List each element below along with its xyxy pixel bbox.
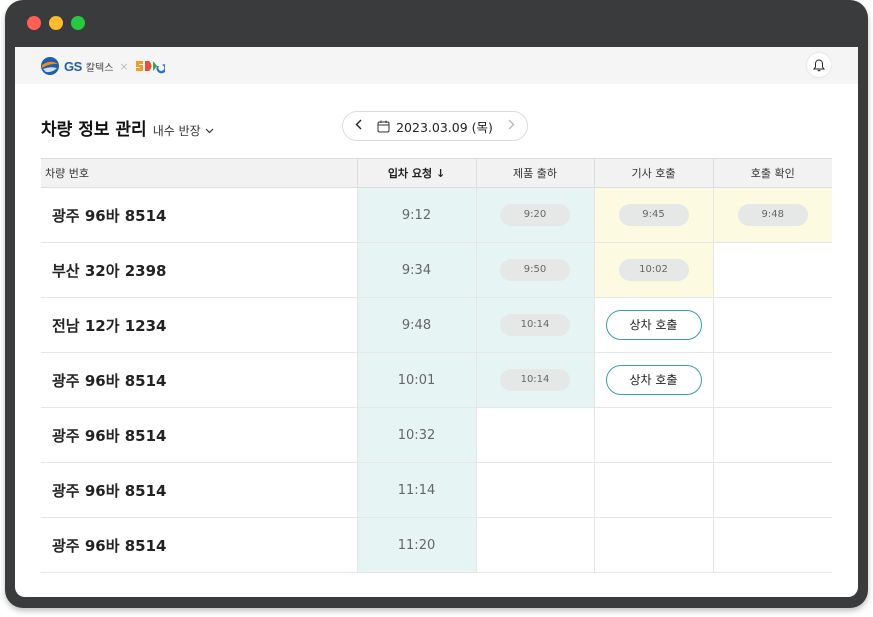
logo-separator: × [119, 59, 129, 73]
gs-logo-text: GS [64, 58, 82, 74]
app-window: GS 칼텍스 × 차량 정보 관리 내수 반장 2023.03.09 (목) 차… [5, 0, 868, 608]
vehicle-number: 광주 96바 8514 [41, 462, 357, 518]
confirm-cell [712, 297, 832, 353]
ship-cell: 9:50 [475, 242, 594, 298]
bell-icon [813, 58, 825, 71]
calendar-icon [377, 120, 390, 132]
date-picker: 2023.03.09 (목) [342, 111, 528, 141]
confirm-cell [712, 352, 832, 408]
confirm-cell [712, 407, 832, 463]
chevron-down-icon [205, 128, 214, 133]
vehicle-number: 광주 96바 8514 [41, 352, 357, 408]
call-cell [593, 407, 713, 463]
call-cell: 10:02 [593, 242, 713, 298]
call-cell [593, 517, 713, 573]
vehicle-table: 차량 번호 입차 요청 ↓ 제품 출하 기사 호출 호출 확인 광주 96바 8… [41, 158, 832, 573]
chevron-right-icon [508, 119, 515, 130]
call-driver-button[interactable]: 상차 호출 [605, 365, 702, 395]
prev-date-button[interactable] [355, 118, 362, 134]
brand-logo[interactable]: GS 칼텍스 × [40, 56, 165, 76]
page-title: 차량 정보 관리 [41, 120, 147, 140]
vehicle-number: 광주 96바 8514 [41, 407, 357, 463]
call-time: 10:02 [618, 259, 689, 281]
ship-cell [475, 517, 594, 573]
table-header-row: 차량 번호 입차 요청 ↓ 제품 출하 기사 호출 호출 확인 [41, 158, 832, 188]
confirm-cell [712, 242, 832, 298]
chevron-left-icon [355, 119, 362, 130]
col-header-confirm: 호출 확인 [712, 158, 832, 188]
request-time: 10:01 [356, 352, 476, 408]
notifications-button[interactable] [807, 53, 831, 77]
gs-logo-icon [41, 57, 59, 75]
ship-cell: 9:20 [475, 187, 594, 243]
col-header-ship: 제품 출하 [475, 158, 594, 188]
top-bar: GS 칼텍스 × [15, 47, 858, 84]
current-date: 2023.03.09 (목) [396, 119, 493, 135]
table-row: 광주 96바 8514 9:12 9:20 9:45 9:48 [41, 187, 832, 243]
request-time: 10:32 [356, 407, 476, 463]
request-time: 9:48 [356, 297, 476, 353]
table-row: 광주 96바 8514 11:20 [41, 517, 832, 573]
ship-time: 9:20 [500, 204, 570, 226]
arrow-down-icon: ↓ [435, 167, 446, 180]
call-time: 9:45 [618, 204, 689, 226]
branch-selector[interactable]: 내수 반장 [153, 122, 214, 139]
ship-cell [475, 407, 594, 463]
call-cell: 9:45 [593, 187, 713, 243]
gs-logo-korean: 칼텍스 [85, 62, 114, 74]
partner-logo-icon [135, 61, 165, 74]
table-row: 광주 96바 8514 10:01 10:14 상차 호출 [41, 352, 832, 408]
request-time: 9:34 [356, 242, 476, 298]
ship-cell: 10:14 [475, 352, 594, 408]
close-window-button[interactable] [27, 16, 41, 30]
vehicle-number: 부산 32아 2398 [41, 242, 357, 298]
app-screen: GS 칼텍스 × 차량 정보 관리 내수 반장 2023.03.09 (목) 차… [15, 47, 858, 597]
table-row: 전남 12가 1234 9:48 10:14 상차 호출 [41, 297, 832, 353]
table-row: 광주 96바 8514 11:14 [41, 462, 832, 518]
vehicle-number: 광주 96바 8514 [41, 517, 357, 573]
confirm-time: 9:48 [737, 204, 808, 226]
table-row: 광주 96바 8514 10:32 [41, 407, 832, 463]
col-header-vehicle: 차량 번호 [41, 158, 357, 188]
request-time: 11:14 [356, 462, 476, 518]
call-cell [593, 462, 713, 518]
branch-label: 내수 반장 [152, 124, 201, 138]
ship-time: 10:14 [500, 369, 570, 391]
request-time: 11:20 [356, 517, 476, 573]
vehicle-number: 전남 12가 1234 [41, 297, 357, 353]
call-cell: 상차 호출 [593, 352, 713, 408]
ship-cell [475, 462, 594, 518]
request-time: 9:12 [356, 187, 476, 243]
title-row: 차량 정보 관리 내수 반장 [41, 115, 214, 140]
date-display[interactable]: 2023.03.09 (목) [377, 117, 493, 136]
ship-time: 9:50 [500, 259, 570, 281]
maximize-window-button[interactable] [71, 16, 85, 30]
call-driver-button[interactable]: 상차 호출 [605, 310, 702, 340]
confirm-cell: 9:48 [712, 187, 832, 243]
minimize-window-button[interactable] [49, 16, 63, 30]
call-cell: 상차 호출 [593, 297, 713, 353]
vehicle-number: 광주 96바 8514 [41, 187, 357, 243]
confirm-cell [712, 517, 832, 573]
col-header-request[interactable]: 입차 요청 ↓ [356, 158, 476, 188]
col-header-call: 기사 호출 [593, 158, 713, 188]
next-date-button[interactable] [508, 118, 515, 134]
table-row: 부산 32아 2398 9:34 9:50 10:02 [41, 242, 832, 298]
ship-time: 10:14 [500, 314, 570, 336]
confirm-cell [712, 462, 832, 518]
ship-cell: 10:14 [475, 297, 594, 353]
window-controls [27, 16, 85, 30]
col-header-request-label: 입차 요청 [387, 167, 433, 180]
